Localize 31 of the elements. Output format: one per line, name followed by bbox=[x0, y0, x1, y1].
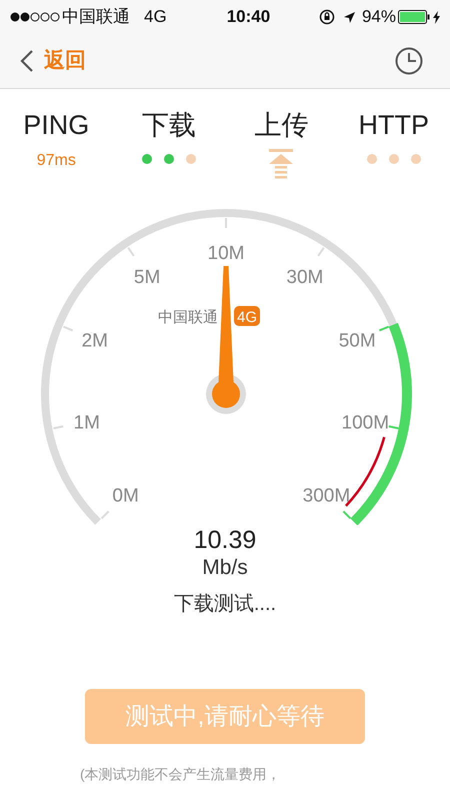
scale-label: 300M bbox=[302, 485, 350, 506]
rotation-lock-icon bbox=[318, 9, 335, 25]
test-status: 下载测试.... bbox=[174, 592, 276, 617]
scale-label: 50M bbox=[338, 330, 376, 352]
network-badge: 4G bbox=[234, 306, 260, 326]
battery-icon bbox=[398, 10, 430, 24]
signal-icon bbox=[10, 12, 60, 22]
back-chevron-icon bbox=[20, 49, 34, 73]
test-tab[interactable]: PING bbox=[23, 107, 90, 143]
battery-percent: 94% bbox=[362, 6, 396, 28]
scale-label: 30M bbox=[286, 266, 324, 288]
test-tab[interactable]: 下载 bbox=[142, 107, 196, 143]
scale-label: 2M bbox=[82, 330, 108, 352]
scale-label: 1M bbox=[74, 412, 100, 434]
speed-unit: Mb/s bbox=[202, 555, 248, 581]
scale-label: 0M bbox=[112, 485, 139, 506]
footnote-text: (本测试功能不会产生流量费用， bbox=[80, 765, 281, 784]
network-type: 4G bbox=[144, 6, 167, 28]
clock-time: 10:40 bbox=[226, 6, 270, 28]
scale-label: 5M bbox=[134, 266, 160, 288]
scale-label: 100M bbox=[342, 412, 390, 434]
charging-icon bbox=[433, 10, 440, 24]
speed-value: 10.39 bbox=[194, 525, 256, 555]
history-clock-button[interactable] bbox=[394, 46, 424, 76]
test-tab[interactable]: HTTP bbox=[358, 107, 429, 143]
carrier-name: 中国联通 bbox=[62, 6, 130, 28]
scale-label: 10M bbox=[208, 243, 244, 264]
carrier-label: 中国联通 bbox=[158, 309, 218, 326]
ping-value: 97ms bbox=[36, 151, 76, 171]
test-tab[interactable]: 上传 bbox=[254, 107, 308, 143]
location-arrow-icon bbox=[342, 10, 356, 24]
